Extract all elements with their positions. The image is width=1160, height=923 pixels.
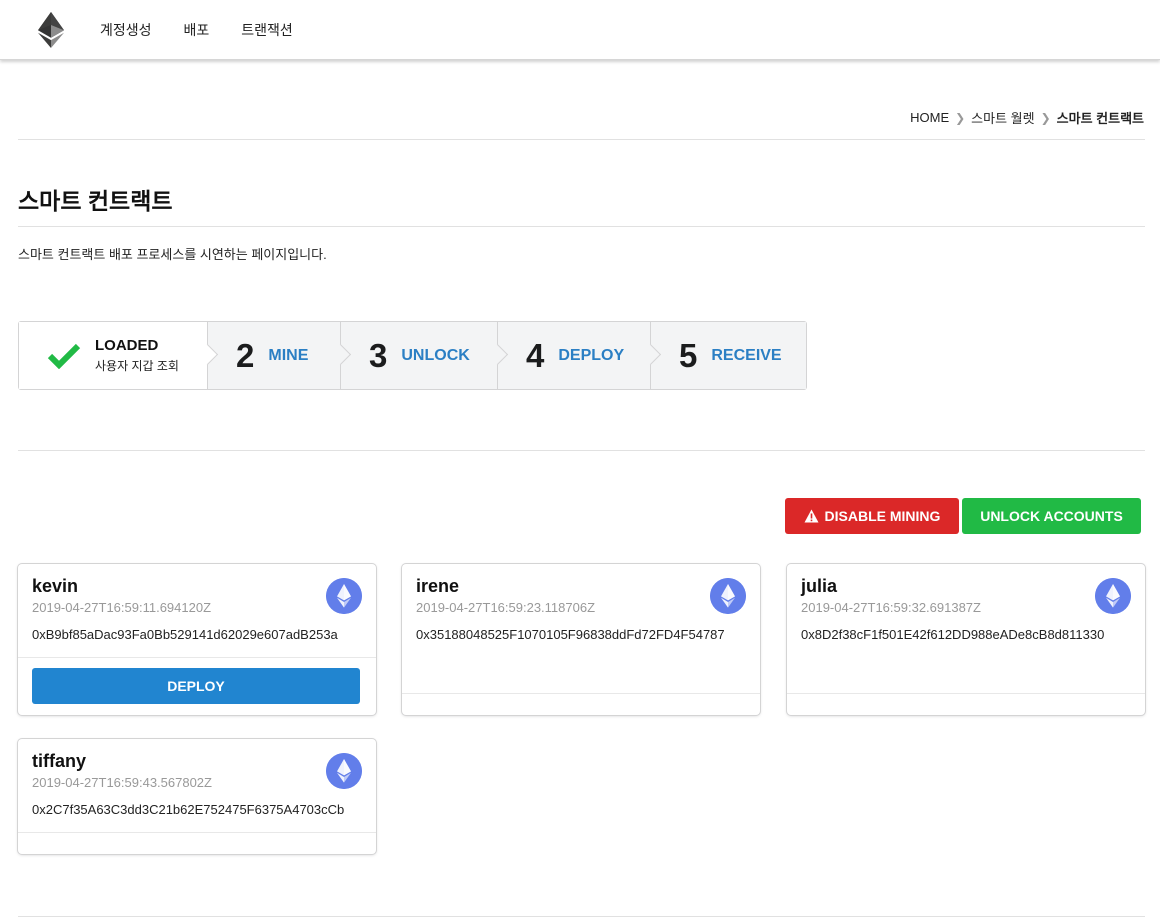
- ethereum-logo-icon[interactable]: [38, 12, 64, 48]
- ethereum-icon: [326, 578, 362, 614]
- account-address: 0x35188048525F1070105F96838ddFd72FD4F547…: [416, 627, 725, 642]
- account-address: 0xB9bf85aDac93Fa0Bb529141d62029e607adB25…: [32, 627, 338, 642]
- page-description: 스마트 컨트랙트 배포 프로세스를 시연하는 페이지입니다.: [18, 247, 327, 262]
- account-created-date: 2019-04-27T16:59:11.694120Z: [32, 600, 212, 615]
- step-receive[interactable]: 5 RECEIVE: [651, 322, 806, 389]
- divider: [18, 139, 1145, 140]
- account-name: julia: [801, 576, 838, 596]
- breadcrumb: HOME ❯ 스마트 월렛 ❯ 스마트 컨트랙트: [910, 108, 1144, 127]
- account-card-julia: julia 2019-04-27T16:59:32.691387Z 0x8D2f…: [787, 564, 1145, 715]
- card-divider: [787, 693, 1145, 694]
- account-created-date: 2019-04-27T16:59:32.691387Z: [801, 600, 981, 615]
- account-card-kevin: kevin 2019-04-27T16:59:11.694120Z 0xB9bf…: [18, 564, 376, 715]
- step-mine-number: 2: [236, 336, 255, 374]
- breadcrumb-wallet[interactable]: 스마트 월렛: [971, 108, 1034, 127]
- deploy-button[interactable]: DEPLOY: [32, 668, 360, 704]
- breadcrumb-home[interactable]: HOME: [910, 110, 949, 125]
- card-divider: [18, 657, 376, 658]
- nav-item-transaction[interactable]: 트랜잭션: [241, 20, 293, 40]
- divider: [18, 916, 1145, 917]
- step-receive-label[interactable]: RECEIVE: [711, 347, 781, 365]
- step-deploy[interactable]: 4 DEPLOY: [498, 322, 662, 389]
- check-icon: [47, 343, 81, 369]
- nav-menu: 계정생성 배포 트랜잭션: [100, 0, 325, 60]
- step-unlock-number: 3: [369, 336, 388, 374]
- account-name: kevin: [32, 576, 79, 596]
- ethereum-icon: [326, 753, 362, 789]
- step-mine-label[interactable]: MINE: [268, 347, 308, 365]
- unlock-accounts-button[interactable]: UNLOCK ACCOUNTS: [962, 498, 1141, 534]
- disable-mining-button[interactable]: DISABLE MINING: [785, 498, 959, 534]
- step-unlock[interactable]: 3 UNLOCK: [341, 322, 509, 389]
- step-loaded-title: LOADED: [95, 337, 159, 354]
- step-mine[interactable]: 2 MINE: [208, 322, 352, 389]
- divider: [18, 450, 1145, 451]
- step-deploy-number: 4: [526, 336, 545, 374]
- unlock-accounts-label: UNLOCK ACCOUNTS: [980, 508, 1123, 524]
- card-divider: [402, 693, 760, 694]
- breadcrumb-current: 스마트 컨트랙트: [1056, 111, 1144, 126]
- step-unlock-label[interactable]: UNLOCK: [401, 347, 469, 365]
- nav-item-deploy[interactable]: 배포: [184, 20, 210, 40]
- step-loaded-subtitle: 사용자 지갑 조회: [95, 359, 179, 373]
- account-name: tiffany: [32, 751, 86, 771]
- account-card-irene: irene 2019-04-27T16:59:23.118706Z 0x3518…: [402, 564, 760, 715]
- card-divider: [18, 832, 376, 833]
- ethereum-icon: [710, 578, 746, 614]
- ethereum-icon: [1095, 578, 1131, 614]
- step-loaded: LOADED 사용자 지갑 조회: [19, 322, 219, 389]
- chevron-right-icon: ❯: [955, 110, 966, 125]
- top-navbar: 계정생성 배포 트랜잭션: [0, 0, 1160, 60]
- warning-icon: [804, 509, 819, 523]
- step-receive-number: 5: [679, 336, 698, 374]
- step-deploy-label[interactable]: DEPLOY: [558, 347, 624, 365]
- nav-item-create-account[interactable]: 계정생성: [100, 20, 152, 40]
- page-title: 스마트 컨트랙트: [18, 188, 173, 214]
- account-address: 0x2C7f35A63C3dd3C21b62E752475F6375A4703c…: [32, 802, 345, 817]
- account-address: 0x8D2f38cF1f501E42f612DD988eADe8cB8d8113…: [801, 627, 1105, 642]
- divider: [18, 226, 1145, 227]
- account-created-date: 2019-04-27T16:59:23.118706Z: [416, 600, 596, 615]
- process-steps: LOADED 사용자 지갑 조회 2 MINE 3 UNLOCK 4 DEPLO…: [18, 321, 807, 390]
- disable-mining-label: DISABLE MINING: [824, 508, 941, 524]
- account-created-date: 2019-04-27T16:59:43.567802Z: [32, 775, 212, 790]
- chevron-right-icon: ❯: [1040, 110, 1051, 125]
- account-card-tiffany: tiffany 2019-04-27T16:59:43.567802Z 0x2C…: [18, 739, 376, 854]
- account-name: irene: [416, 576, 460, 596]
